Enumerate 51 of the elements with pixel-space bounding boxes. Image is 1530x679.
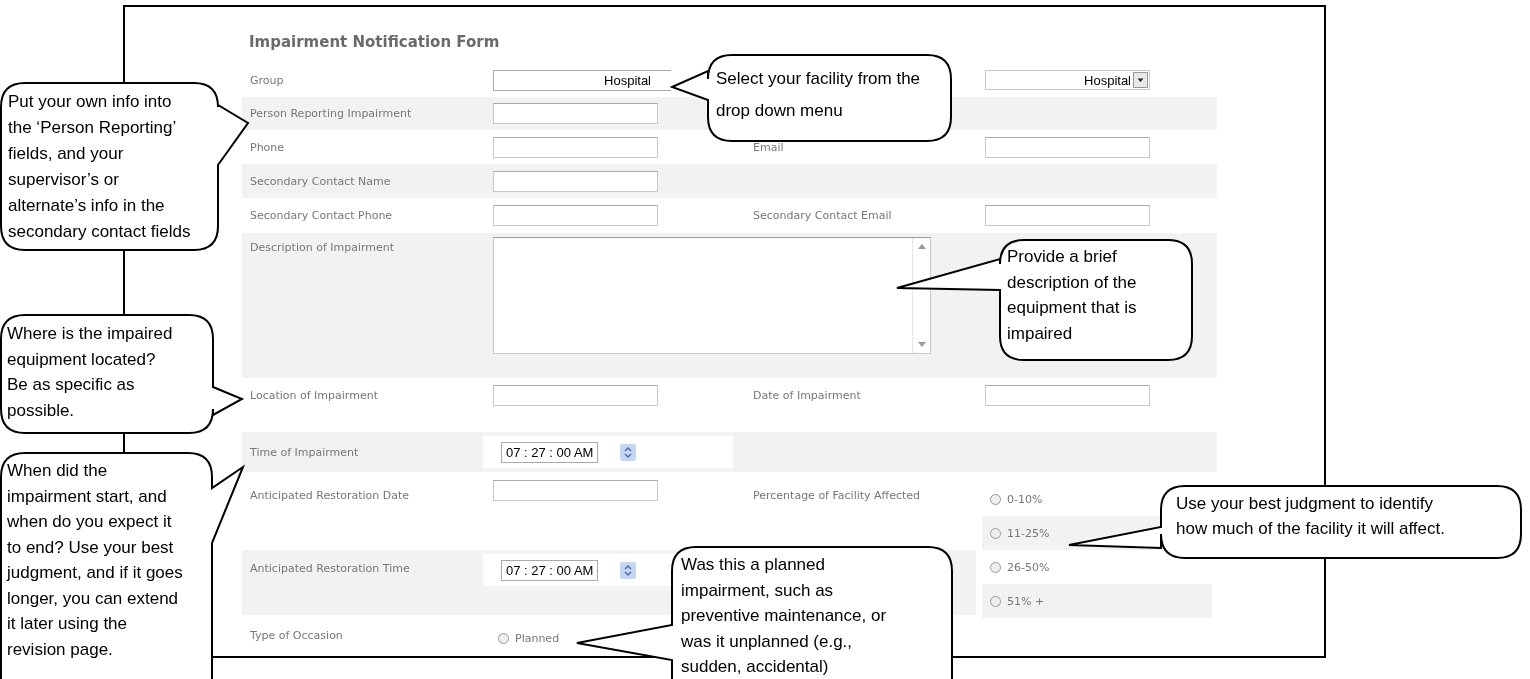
- group-dropdown[interactable]: Hospital: [985, 70, 1150, 90]
- radio-button[interactable]: [990, 493, 1001, 505]
- form-title: Impairment Notification Form: [249, 33, 501, 51]
- option-label: 51% +: [1007, 594, 1045, 608]
- field-label: Secondary Contact Email: [752, 209, 892, 222]
- text-field[interactable]: [493, 136, 658, 158]
- callout-text: Provide a brief description of the equipment that is impaired: [1007, 246, 1138, 345]
- callout-text: Use your best judgment to identify how much of the facility it will affect.: [1176, 493, 1446, 540]
- option-label: 26-50%: [1007, 560, 1050, 574]
- group-select[interactable]: Hospital: [493, 69, 671, 91]
- field-label: Email: [752, 140, 784, 154]
- field-label: Date of Impairment: [752, 388, 861, 402]
- field-label: Description of Impairment: [249, 240, 395, 254]
- callout-text: Put your own info into the ‘Person Reporting’ fields, and your supervisor’s or alternate’s info in the secondary contact fields: [8, 91, 192, 243]
- field-label: Secondary Contact Name: [249, 174, 391, 188]
- field-label: Phone: [249, 140, 285, 154]
- option-label: 11-25%: [1007, 526, 1050, 540]
- field-label: Group: [249, 73, 284, 87]
- text-field[interactable]: [985, 205, 1150, 226]
- radio-button[interactable]: [990, 527, 1001, 539]
- radio-button[interactable]: [990, 595, 1001, 607]
- field-label: Anticipated Restoration Time: [249, 561, 410, 575]
- spinner-icon[interactable]: [620, 561, 637, 579]
- field-label: Location of Impairment: [249, 388, 378, 402]
- option-label: 0-10%: [1007, 492, 1043, 506]
- callout-text: Was this a planned impairment, such as preventive maintenance, or was it unplanned (e.g., sudden, accidental): [681, 554, 888, 678]
- text-field[interactable]: [985, 136, 1150, 158]
- radio-button[interactable]: [498, 632, 509, 644]
- callout-text: Where is the impaired equipment located? Be as specific as possible.: [7, 323, 174, 422]
- option-label: Planned: [515, 631, 560, 645]
- text-field[interactable]: [493, 205, 658, 226]
- text-field[interactable]: [985, 385, 1150, 406]
- description-textarea[interactable]: [493, 237, 931, 354]
- scroll-up-icon[interactable]: [917, 244, 926, 249]
- text-field[interactable]: [493, 103, 658, 124]
- field-label: Secondary Contact Phone: [249, 209, 393, 222]
- text-field[interactable]: [493, 170, 658, 192]
- text-field[interactable]: [493, 480, 658, 501]
- field-label: Person Reporting Impairment: [249, 107, 412, 120]
- time-field[interactable]: 07 : 27 : 00 AM: [501, 441, 599, 463]
- field-label: Percentage of Facility Affected: [752, 489, 921, 502]
- field-label: Type of Occasion: [249, 628, 343, 642]
- scroll-down-icon[interactable]: [917, 342, 926, 347]
- time-field[interactable]: 07 : 27 : 00 AM: [501, 559, 599, 581]
- callout-text: When did the impairment start, and when do you expect it to end? Use your best judgment, and if it goes longer, you can extend it later using the revision page.: [7, 460, 184, 661]
- radio-button[interactable]: [990, 561, 1001, 573]
- field-label: Anticipated Restoration Date: [249, 489, 410, 502]
- text-field[interactable]: [493, 385, 658, 406]
- callout-text: Select your facility from the drop down menu: [716, 68, 922, 122]
- spinner-icon[interactable]: [620, 443, 637, 461]
- field-label: Time of Impairment: [249, 445, 359, 459]
